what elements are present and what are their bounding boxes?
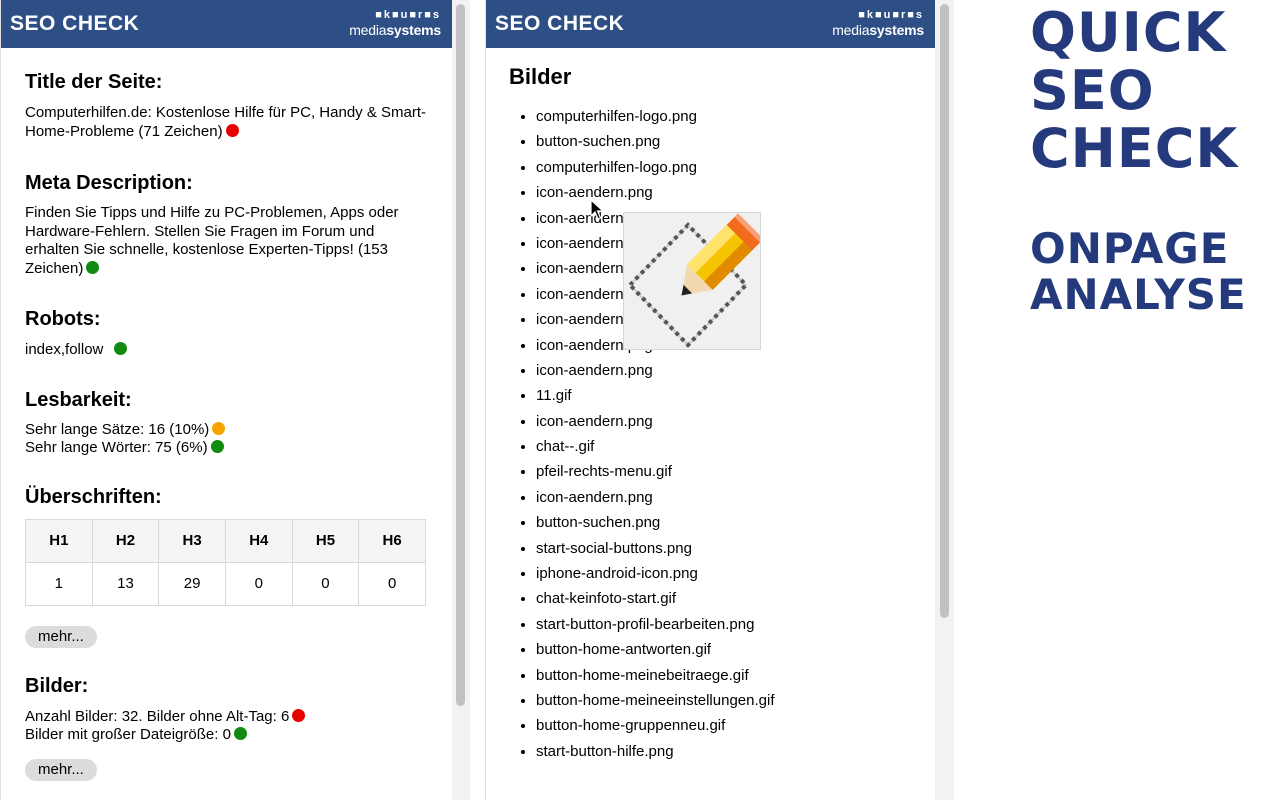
pencil-edit-icon — [627, 213, 764, 348]
headings-table-value-row: 1 13 29 0 0 0 — [25, 561, 426, 606]
image-list-item: button-home-meinebeitraege.gif — [536, 663, 935, 688]
image-list-item: chat--.gif — [536, 434, 935, 459]
bilder-heading-left: Bilder: — [25, 674, 89, 697]
image-list-item: icon-aendern.png — [536, 358, 935, 383]
seo-check-panel-images: SEO CHECK ■k■u■r■s mediasystems Bilder c… — [485, 0, 936, 800]
image-list-item: start-button-profil-bearbeiten.png — [536, 612, 935, 637]
image-list-item: icon-aendern.png — [536, 485, 935, 510]
left-scrollbar-thumb[interactable] — [456, 4, 465, 706]
bilder-size-text: Bilder mit großer Dateigröße: 0 — [25, 726, 428, 745]
bilder-count-status-dot — [292, 708, 306, 722]
image-list-item: 11.gif — [536, 383, 935, 408]
poster-line-onpage: ONPAGE — [1030, 224, 1230, 273]
meta-description-text: Finden Sie Tipps und Hilfe zu PC-Problem… — [25, 204, 399, 277]
seo-check-logo: SEO CHECK — [10, 12, 140, 35]
image-list-item: computerhilfen-logo.png — [536, 155, 935, 180]
image-list-item: button-suchen.png — [536, 129, 935, 154]
lesbarkeit-heading: Lesbarkeit: — [25, 388, 132, 411]
headings-table-header-row: H1 H2 H3 H4 H5 H6 — [25, 518, 426, 563]
image-list-item: button-suchen.png — [536, 510, 935, 535]
seo-check-panel-left: SEO CHECK ■k■u■r■s mediasystems Title de… — [0, 0, 453, 800]
kurs-mediasystems-logo: ■k■u■r■s mediasystems — [349, 8, 441, 38]
poster-line-check: CHECK — [1030, 117, 1239, 180]
image-list-item: iphone-android-icon.png — [536, 561, 935, 586]
bilder-mehr-button[interactable]: mehr... — [25, 758, 97, 781]
saetze-text: Sehr lange Sätze: 16 (10%) — [25, 421, 428, 440]
h6-count: 0 — [358, 561, 426, 606]
saetze-status-dot — [212, 421, 226, 435]
brand-dots-2: ■k■u■r■s — [858, 9, 924, 21]
h3-header: H3 — [158, 518, 226, 563]
header-bar: SEO CHECK ■k■u■r■s mediasystems — [1, 0, 452, 48]
h2-count: 13 — [91, 561, 160, 606]
robots-status-dot — [113, 342, 127, 355]
h1-count: 1 — [25, 561, 93, 606]
image-list-item: button-home-gruppenneu.gif — [536, 713, 935, 738]
image-list-item: start-social-buttons.png — [536, 536, 935, 561]
h1-header: H1 — [25, 518, 93, 563]
woerter-text: Sehr lange Wörter: 75 (6%) — [25, 439, 428, 458]
ueberschriften-heading: Überschriften: — [25, 485, 162, 508]
brand-dots: ■k■u■r■s — [375, 9, 441, 21]
headings-table: H1 H2 H3 H4 H5 H6 1 13 29 0 0 0 — [25, 518, 426, 606]
headings-mehr-button[interactable]: mehr... — [25, 625, 97, 648]
robots-heading: Robots: — [25, 308, 101, 330]
bilder-heading: Bilder — [509, 64, 572, 89]
brand-name: mediasystems — [349, 22, 441, 38]
poster-line-quick: QUICK — [1030, 1, 1227, 64]
header-bar-2: SEO CHECK ■k■u■r■s mediasystems — [486, 0, 935, 48]
brand-name-2: mediasystems — [832, 22, 924, 38]
left-scrollbar-track[interactable] — [452, 0, 470, 800]
bilder-count-text: Anzahl Bilder: 32. Bilder ohne Alt-Tag: … — [25, 708, 428, 727]
poster-line-seo: SEO — [1030, 59, 1155, 122]
h2-header: H2 — [91, 518, 160, 563]
image-list-item: computerhilfen-logo.png — [536, 104, 935, 129]
poster-line-analyse: ANALYSE — [1030, 270, 1247, 319]
meta-description-heading: Meta Description: — [25, 172, 193, 194]
woerter-status-dot — [210, 440, 224, 453]
h4-header: H4 — [224, 518, 293, 563]
h5-count: 0 — [291, 561, 360, 606]
image-list-item: button-home-antworten.gif — [536, 637, 935, 662]
image-preview-popup — [623, 212, 764, 350]
h6-header: H6 — [358, 518, 426, 563]
image-list-item: icon-aendern.png — [536, 409, 935, 434]
middle-scrollbar-thumb[interactable] — [940, 4, 949, 618]
meta-status-dot — [86, 260, 100, 274]
bilder-size-status-dot — [233, 727, 247, 740]
title-status-dot — [225, 123, 239, 137]
robots-text: index,follow — [25, 341, 428, 360]
seo-check-logo-2: SEO CHECK — [495, 12, 625, 35]
image-list: computerhilfen-logo.pngbutton-suchen.png… — [486, 104, 935, 764]
image-list-item: button-home-meineeinstellungen.gif — [536, 688, 935, 713]
kurs-mediasystems-logo-2: ■k■u■r■s mediasystems — [832, 8, 924, 38]
h3-count: 29 — [158, 561, 226, 606]
middle-scrollbar-track[interactable] — [935, 0, 954, 800]
h4-count: 0 — [224, 561, 293, 606]
mouse-pointer-icon — [590, 199, 605, 220]
h5-header: H5 — [291, 518, 360, 563]
title-heading: Title der Seite: — [25, 71, 163, 93]
image-list-item: pfeil-rechts-menu.gif — [536, 459, 935, 484]
image-list-item: chat-keinfoto-start.gif — [536, 586, 935, 611]
title-text: Computerhilfen.de: Kostenlose Hilfe für … — [25, 104, 427, 140]
image-list-item: start-button-hilfe.png — [536, 739, 935, 764]
